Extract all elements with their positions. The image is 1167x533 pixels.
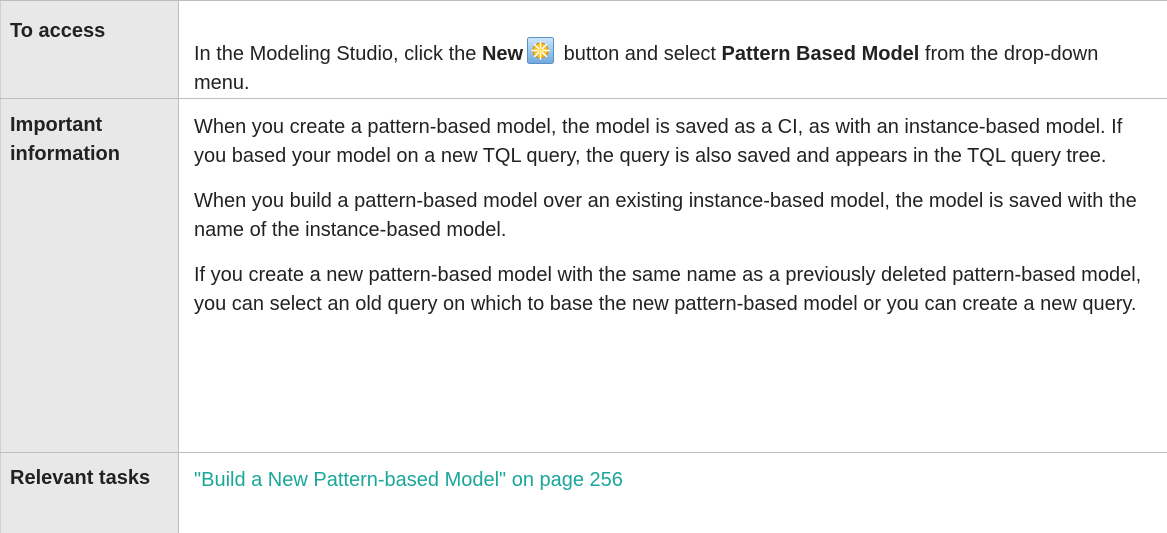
label-cell: Relevant tasks — [0, 453, 179, 533]
new-model-icon — [527, 37, 555, 64]
instruction-text: In the Modeling Studio, click the — [194, 43, 482, 65]
info-paragraph: When you build a pattern-based model ove… — [194, 190, 1137, 241]
row-label: Relevant tasks — [10, 467, 151, 489]
information-paragraphs: When you create a pattern-based model, t… — [194, 113, 1149, 319]
info-paragraph: If you create a new pattern-based model … — [194, 264, 1142, 315]
label-cell: To access — [0, 1, 179, 98]
new-button-label: New — [481, 43, 524, 65]
row-label: Important information — [10, 114, 120, 165]
row-relevant-tasks: Relevant tasks "Build a New Pattern-base… — [0, 453, 1167, 533]
info-paragraph: When you create a pattern-based model, t… — [194, 116, 1123, 167]
row-to-access: To access In the Modeling Studio, click … — [0, 0, 1167, 99]
row-important-information: Important information When you create a … — [0, 99, 1167, 453]
info-table: To access In the Modeling Studio, click … — [0, 0, 1167, 533]
menu-item-name: Pattern Based Model — [721, 43, 920, 65]
tasks-content: "Build a New Pattern-based Model" on pag… — [194, 466, 1149, 495]
access-instructions: In the Modeling Studio, click the New bu… — [194, 37, 1149, 98]
instruction-text: button and select — [558, 43, 722, 65]
row-label: To access — [10, 20, 106, 42]
task-link[interactable]: "Build a New Pattern-based Model" on pag… — [194, 469, 623, 491]
label-cell: Important information — [0, 99, 179, 452]
